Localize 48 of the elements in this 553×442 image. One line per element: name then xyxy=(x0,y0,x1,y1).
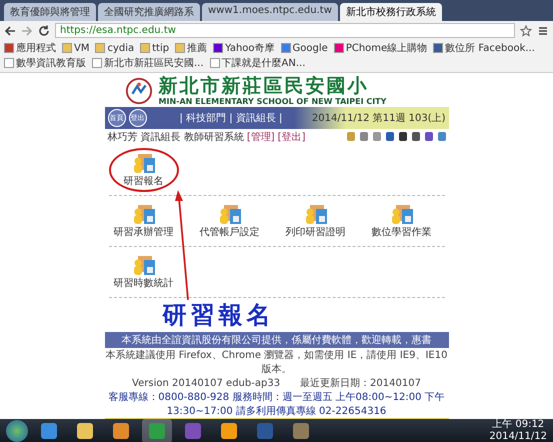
browser-tab[interactable]: 新北市校務行政系統 xyxy=(340,3,442,21)
bookmark-item[interactable]: 下課就是什麼AN... xyxy=(210,56,306,70)
footer-text: Version 20140107 edub-ap33 最近更新日期：20140107 xyxy=(131,376,422,390)
bookmark-item[interactable]: 數位所 Facebook... xyxy=(433,41,535,55)
department-links[interactable]: | 科技部門 | 資訊組長 | xyxy=(180,110,282,125)
back-arrow-icon[interactable] xyxy=(4,24,16,36)
menu-item[interactable]: 數位學習作業 xyxy=(366,198,436,243)
footer-notice-bar: 本系統由全誼資訊股份有限公司提供，係屬付費軟體，歡迎轉載，惠書 xyxy=(104,332,448,348)
menu-item[interactable]: 列印研習證明 xyxy=(280,198,350,243)
school-logo-icon xyxy=(124,76,152,105)
start-button[interactable] xyxy=(6,420,28,442)
star-icon[interactable] xyxy=(520,24,532,36)
school-english-name: MIN-AN ELEMENTARY SCHOOL OF NEW TAIPEI CITY xyxy=(158,96,386,106)
menu-item[interactable]: 研習承辦管理 xyxy=(108,198,178,243)
footer-text: 本系統建議使用 Firefox、Chrome 瀏覽器，如需使用 IE，請使用 IE9、IE10 版本。 xyxy=(104,348,448,376)
browser-tab[interactable]: 全國研究推廣網路系 xyxy=(98,3,200,21)
menu-icon[interactable] xyxy=(537,24,549,36)
action-link[interactable]: [登出] xyxy=(278,130,306,144)
bookmark-item[interactable]: ttip xyxy=(140,41,170,55)
browser-tab[interactable]: www1.moes.ntpc.edu.tw xyxy=(202,3,338,21)
bookmark-item[interactable]: 推薦 xyxy=(175,41,208,55)
action-link[interactable]: [管理] xyxy=(246,130,275,144)
person-box-icon xyxy=(132,202,156,225)
bookmark-item[interactable]: PChome線上購物 xyxy=(334,41,428,55)
person-box-icon xyxy=(304,202,328,225)
bookmark-item[interactable]: Yahoo奇摩 xyxy=(213,41,275,55)
reload-icon[interactable] xyxy=(38,24,50,36)
bookmark-item[interactable]: 新北市新莊區民安國... xyxy=(92,56,204,70)
person-box-icon xyxy=(218,202,242,225)
bookmark-item[interactable]: cydia xyxy=(95,41,134,55)
menu-item[interactable]: 研習時數統計 xyxy=(108,250,178,294)
bookmark-item[interactable]: 數學資訊教育版 xyxy=(4,56,86,70)
menu-item[interactable]: 研習報名 xyxy=(108,148,178,192)
school-name: 新北市新莊區民安國小 xyxy=(158,76,370,97)
clock-time: 上午 09:12 xyxy=(492,418,544,431)
annotation-text: 研習報名 xyxy=(162,300,274,331)
browser-tab[interactable]: 教育優師與將管理 xyxy=(4,3,96,21)
person-box-icon xyxy=(132,254,156,276)
date-label: 2014/11/12 第11週 103(上) xyxy=(312,112,446,125)
user-info: 林巧芳 資訊組長 教師研習系統 xyxy=(108,130,244,144)
bookmark-item[interactable]: VM xyxy=(62,41,90,55)
bookmark-item[interactable]: Google xyxy=(280,41,328,55)
clock-date: 2014/11/12 xyxy=(489,430,547,442)
person-box-icon xyxy=(390,202,414,225)
person-box-icon xyxy=(132,152,156,174)
address-field[interactable]: https://esa.ntpc.edu.tw xyxy=(55,23,515,38)
menu-item[interactable]: 代管帳戶設定 xyxy=(194,198,264,243)
bookmark-item[interactable]: 應用程式 xyxy=(4,41,56,55)
